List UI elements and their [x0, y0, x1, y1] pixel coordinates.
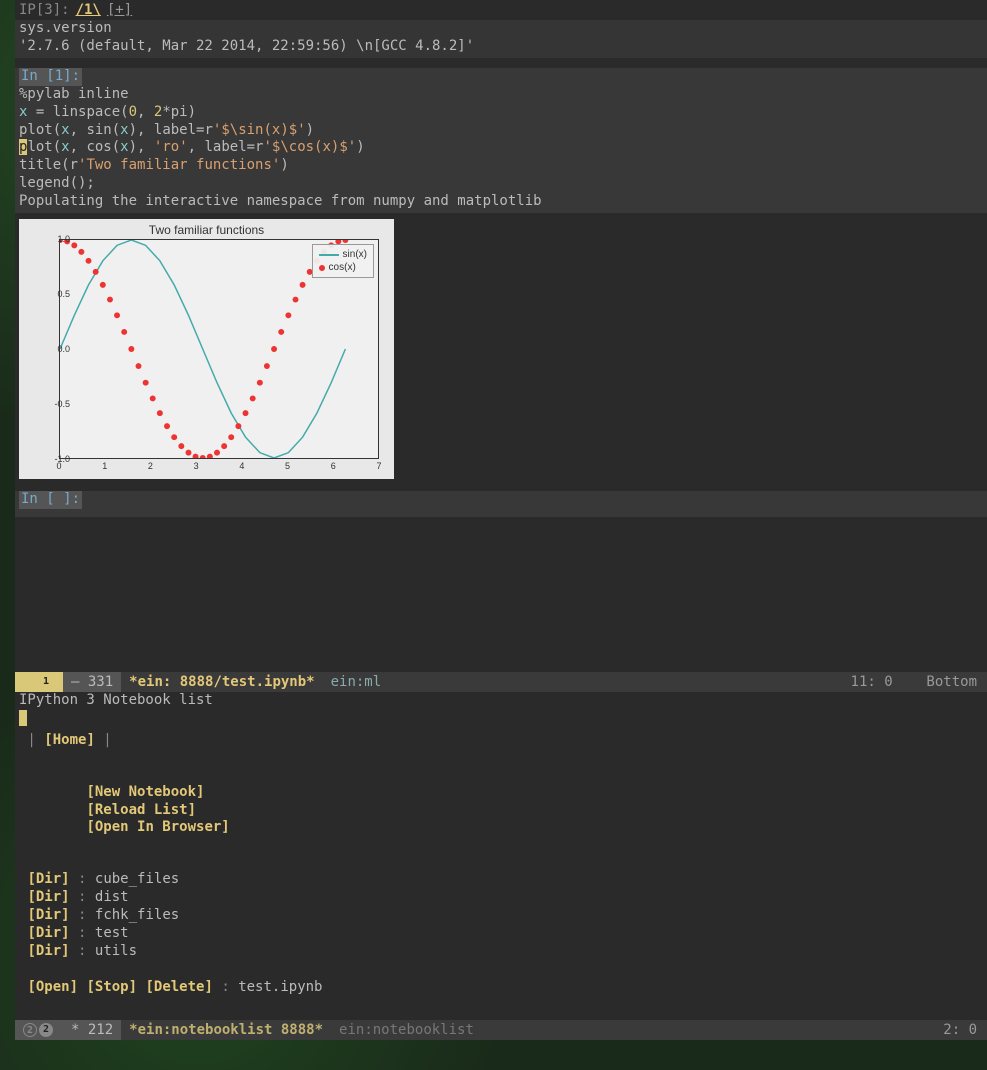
- y-tick: 1.0: [57, 234, 70, 244]
- win-num-icon: 1: [39, 675, 53, 689]
- new-notebook-button[interactable]: [New Notebook]: [86, 784, 204, 800]
- window-indicator: 2 1: [15, 672, 63, 692]
- dir-name: utils: [95, 943, 137, 959]
- x-tick: 0: [56, 461, 61, 471]
- legend-line-icon: [319, 254, 339, 256]
- dir-row: [Dir] : dist: [19, 889, 983, 907]
- modeline-buffer: *ein: 8888/test.ipynb*: [121, 672, 322, 692]
- code-line[interactable]: plot(x, cos(x), 'ro', label=r'$\cos(x)$'…: [19, 139, 983, 157]
- dir-row: [Dir] : fchk_files: [19, 907, 983, 925]
- y-tick: 0.0: [57, 344, 70, 354]
- output-line: Populating the interactive namespace fro…: [19, 193, 983, 211]
- dir-name: cube_files: [95, 871, 179, 887]
- open-button[interactable]: [Open]: [27, 979, 78, 995]
- modeline-position: 11: 0 Bottom: [843, 672, 987, 692]
- reload-list-button[interactable]: [Reload List]: [86, 802, 196, 818]
- cell-2[interactable]: In [ ]:: [15, 491, 987, 517]
- dir-link[interactable]: [Dir]: [27, 907, 69, 923]
- win-num-icon: 2: [39, 1023, 53, 1037]
- tab-active[interactable]: /1\: [76, 2, 101, 18]
- x-tick: 4: [239, 461, 244, 471]
- dir-link[interactable]: [Dir]: [27, 871, 69, 887]
- delete-button[interactable]: [Delete]: [145, 979, 212, 995]
- y-tick: -0.5: [54, 399, 70, 409]
- chart-legend: sin(x) cos(x): [312, 244, 374, 278]
- notebooklist-title: IPython 3 Notebook list: [19, 692, 983, 710]
- tab-add[interactable]: [+]: [107, 2, 132, 18]
- dir-link[interactable]: [Dir]: [27, 943, 69, 959]
- modeline-lower: 2 2 * 212 *ein:notebooklist 8888* ein:no…: [15, 1020, 987, 1040]
- cell-prompt: In [ ]:: [19, 491, 82, 509]
- modeline-upper: 2 1 — 331 *ein: 8888/test.ipynb* ein:ml …: [15, 672, 987, 692]
- tab-group: IP[3]:: [19, 2, 70, 18]
- x-tick: 1: [102, 461, 107, 471]
- notebooklist-pane[interactable]: IPython 3 Notebook list | [Home] | [New …: [15, 692, 987, 1020]
- x-tick: 5: [285, 461, 290, 471]
- code-line[interactable]: legend();: [19, 175, 983, 193]
- home-link[interactable]: [Home]: [44, 732, 95, 748]
- x-tick: 3: [194, 461, 199, 471]
- tab-bar: IP[3]: /1\ [+]: [15, 0, 987, 20]
- output-line: '2.7.6 (default, Mar 22 2014, 22:59:56) …: [19, 38, 983, 56]
- cell-prompt: In [1]:: [19, 68, 82, 86]
- chart: Two familiar functions sin(x) cos(x) -1.…: [19, 219, 394, 479]
- text-cursor: [19, 710, 27, 726]
- dir-row: [Dir] : cube_files: [19, 871, 983, 889]
- modeline-buffer: *ein:notebooklist 8888*: [121, 1020, 331, 1040]
- dir-link[interactable]: [Dir]: [27, 925, 69, 941]
- action-row: [New Notebook] [Reload List] [Open In Br…: [19, 766, 983, 856]
- x-tick: 7: [376, 461, 381, 471]
- legend-label: sin(x): [343, 249, 367, 260]
- legend-label: cos(x): [329, 262, 356, 273]
- notebook-name: test.ipynb: [238, 979, 322, 995]
- output-line: sys.version: [19, 20, 983, 38]
- code-line[interactable]: plot(x, sin(x), label=r'$\sin(x)$'): [19, 122, 983, 140]
- chart-title: Two familiar functions: [19, 223, 394, 237]
- win-num-icon: 2: [23, 675, 37, 689]
- dir-row: [Dir] : utils: [19, 943, 983, 961]
- code-line[interactable]: title(r'Two familiar functions'): [19, 157, 983, 175]
- dir-name: dist: [95, 889, 129, 905]
- legend-dot-icon: [319, 265, 325, 271]
- x-tick: 6: [331, 461, 336, 471]
- code-line[interactable]: %pylab inline: [19, 86, 983, 104]
- notebook-pane[interactable]: IP[3]: /1\ [+] sys.version '2.7.6 (defau…: [15, 0, 987, 672]
- dir-name: fchk_files: [95, 907, 179, 923]
- notebook-row: [Open] [Stop] [Delete] : test.ipynb: [19, 961, 983, 997]
- open-in-browser-button[interactable]: [Open In Browser]: [86, 819, 229, 835]
- dir-link[interactable]: [Dir]: [27, 889, 69, 905]
- modeline-position: 2: 0: [935, 1020, 987, 1040]
- modeline-mode: ein:ml: [323, 672, 390, 692]
- cell-0-output: sys.version '2.7.6 (default, Mar 22 2014…: [15, 20, 987, 58]
- x-tick: 2: [148, 461, 153, 471]
- win-num-icon: 2: [23, 1023, 37, 1037]
- dir-row: [Dir] : test: [19, 925, 983, 943]
- code-line[interactable]: x = linspace(0, 2*pi): [19, 104, 983, 122]
- window-indicator: 2 2: [15, 1020, 63, 1040]
- modeline-git: — 331: [63, 672, 121, 692]
- y-tick: 0.5: [57, 289, 70, 299]
- modeline-git: * 212: [63, 1020, 121, 1040]
- modeline-mode: ein:notebooklist: [331, 1020, 482, 1040]
- stop-button[interactable]: [Stop]: [86, 979, 137, 995]
- dir-name: test: [95, 925, 129, 941]
- cell-1[interactable]: In [1]: %pylab inline x = linspace(0, 2*…: [15, 68, 987, 213]
- plot-area: sin(x) cos(x): [59, 239, 379, 459]
